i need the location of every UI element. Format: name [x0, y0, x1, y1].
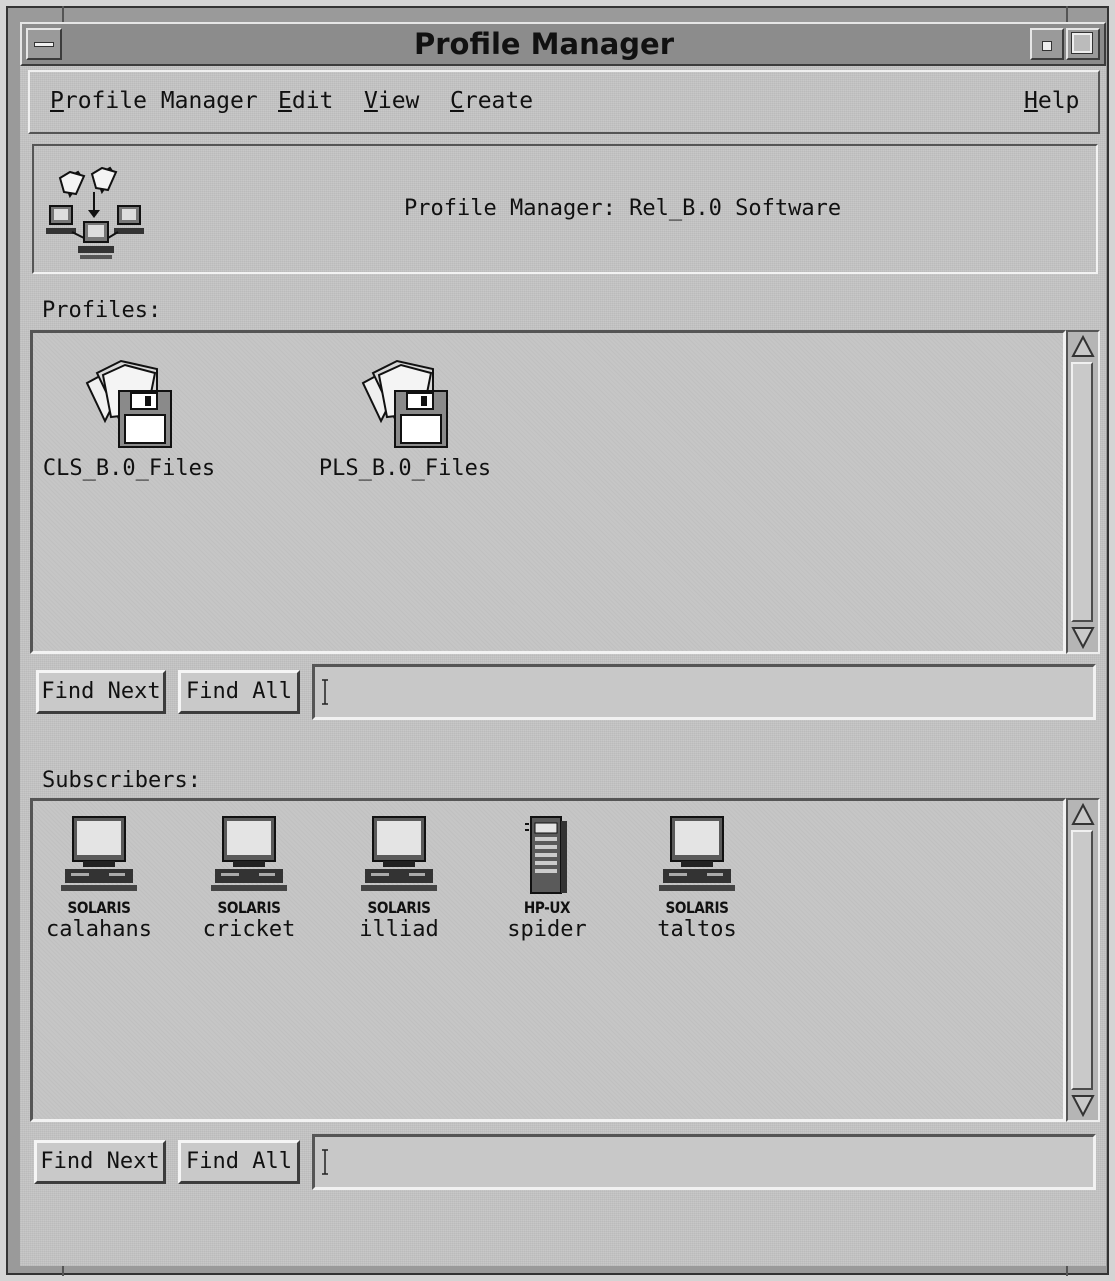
- profile-item-cls[interactable]: CLS_B.0_Files: [39, 351, 219, 483]
- profile-name: CLS_B.0_Files: [42, 456, 216, 481]
- profile-name: PLS_B.0_Files: [318, 456, 492, 481]
- subscriber-item-spider[interactable]: HP-UX spider: [487, 815, 607, 943]
- profiles-pane[interactable]: CLS_B.0_Files PLS_B.0_Files: [30, 330, 1066, 654]
- subscribers-find-next-button[interactable]: Find Next: [34, 1140, 166, 1184]
- subscribers-label: Subscribers:: [42, 768, 201, 793]
- text-cursor-icon: [322, 679, 328, 705]
- subscriber-os: SOLARIS: [665, 898, 729, 917]
- window-title: Profile Manager: [413, 27, 675, 61]
- minimize-icon: [1042, 41, 1052, 51]
- workstation-icon: [659, 816, 735, 891]
- workstation-icon: [361, 816, 437, 891]
- menu-profile-manager[interactable]: Profile Manager: [50, 86, 258, 116]
- profiles-label: Profiles:: [42, 298, 162, 323]
- menu-create[interactable]: Create: [450, 86, 533, 116]
- profiles-scrollbar[interactable]: [1066, 330, 1100, 654]
- subscriber-os: SOLARIS: [67, 898, 131, 917]
- subscriber-os: SOLARIS: [367, 898, 431, 917]
- scroll-down-icon[interactable]: [1070, 1092, 1096, 1118]
- subscriber-item-illiad[interactable]: SOLARIS illiad: [339, 815, 459, 943]
- maximize-icon: [1071, 32, 1093, 54]
- maximize-button[interactable]: [1066, 28, 1100, 60]
- file-package-icon: [361, 359, 448, 448]
- header-title: Profile Manager: Rel_B.0 Software: [404, 196, 842, 221]
- minimize-button[interactable]: [1030, 28, 1064, 60]
- subscriber-host: spider: [507, 917, 587, 942]
- menu-bar: Profile Manager Edit View Create Help: [28, 70, 1100, 134]
- subscriber-host: taltos: [657, 917, 737, 942]
- file-package-icon: [85, 359, 172, 448]
- scroll-thumb[interactable]: [1071, 830, 1093, 1090]
- subscriber-item-calahans[interactable]: SOLARIS calahans: [39, 815, 159, 943]
- profiles-search-input[interactable]: [312, 664, 1096, 720]
- profile-item-pls[interactable]: PLS_B.0_Files: [315, 351, 495, 483]
- profiles-find-next-button[interactable]: Find Next: [36, 670, 166, 714]
- scroll-up-icon[interactable]: [1070, 334, 1096, 360]
- subscriber-host: cricket: [202, 917, 296, 942]
- menu-view[interactable]: View: [364, 86, 419, 116]
- server-tower-icon: [525, 816, 567, 894]
- scroll-thumb[interactable]: [1071, 362, 1093, 622]
- header-panel: Profile Manager: Rel_B.0 Software: [32, 144, 1098, 274]
- menu-edit[interactable]: Edit: [278, 86, 333, 116]
- title-bar[interactable]: Profile Manager: [20, 22, 1106, 66]
- window-menu-icon: [34, 42, 54, 47]
- scroll-down-icon[interactable]: [1070, 624, 1096, 650]
- subscribers-pane[interactable]: SOLARIS calahans SOLARIS cricket SOLARIS…: [30, 798, 1066, 1122]
- frame-handle: [62, 6, 64, 22]
- frame-handle: [1066, 1266, 1068, 1276]
- subscriber-os: SOLARIS: [217, 898, 281, 917]
- profile-manager-icon: [46, 166, 144, 259]
- subscriber-item-taltos[interactable]: SOLARIS taltos: [637, 815, 757, 943]
- window-menu-button[interactable]: [26, 28, 62, 60]
- workstation-icon: [61, 816, 137, 891]
- subscriber-os: HP-UX: [523, 898, 571, 917]
- scroll-up-icon[interactable]: [1070, 802, 1096, 828]
- frame-handle: [1066, 6, 1068, 22]
- menu-help[interactable]: Help: [1024, 86, 1079, 116]
- profiles-find-all-button[interactable]: Find All: [178, 670, 300, 714]
- frame-handle: [62, 1266, 64, 1276]
- subscribers-scrollbar[interactable]: [1066, 798, 1100, 1122]
- client-area: Profile Manager Edit View Create Help Pr…: [20, 66, 1106, 1266]
- subscribers-find-all-button[interactable]: Find All: [178, 1140, 300, 1184]
- subscribers-search-input[interactable]: [312, 1134, 1096, 1190]
- workstation-icon: [211, 816, 287, 891]
- subscriber-item-cricket[interactable]: SOLARIS cricket: [189, 815, 309, 943]
- subscriber-host: calahans: [46, 917, 152, 942]
- text-cursor-icon: [322, 1149, 328, 1175]
- subscriber-host: illiad: [359, 917, 439, 942]
